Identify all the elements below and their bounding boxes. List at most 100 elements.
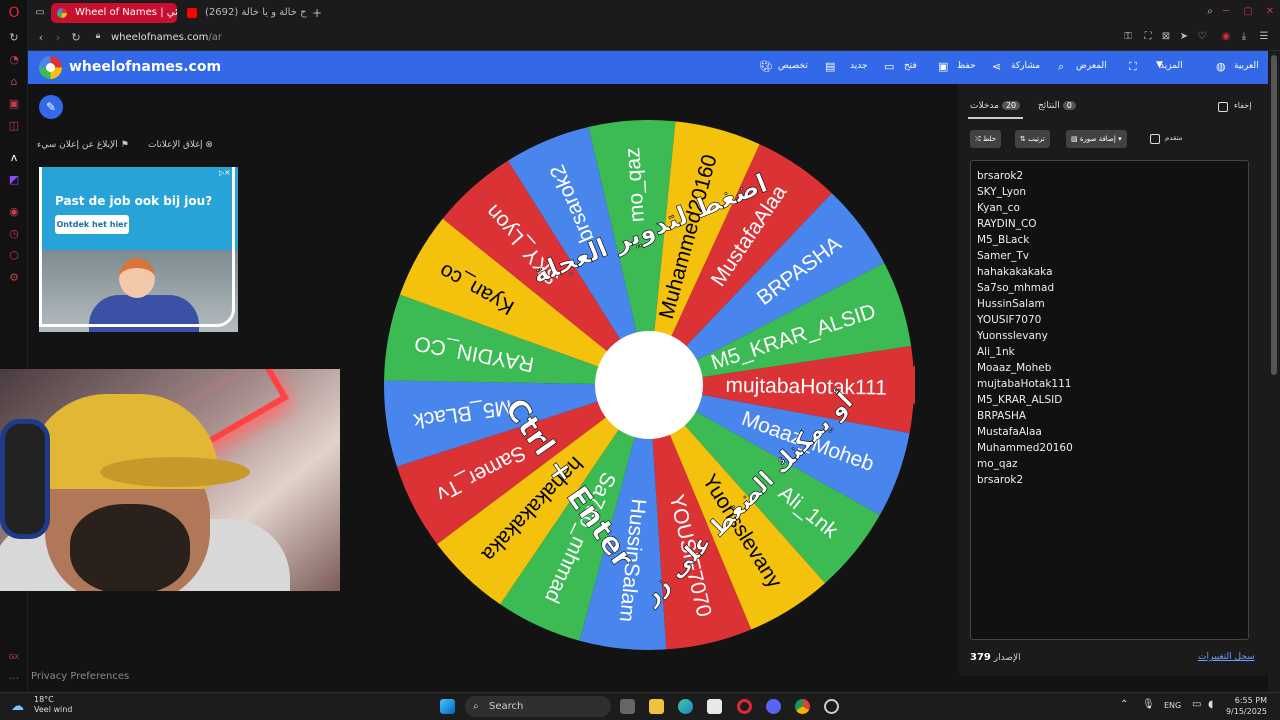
- entry-line[interactable]: hahakakakaka: [977, 264, 1242, 280]
- weather-icon[interactable]: ☁: [11, 699, 27, 714]
- close-ads-link[interactable]: إغلاق الإعلانات ⊗: [148, 140, 213, 150]
- clock-icon[interactable]: ◷: [7, 227, 21, 241]
- entry-line[interactable]: BRPASHA: [977, 408, 1242, 424]
- menu-save[interactable]: حفظ: [957, 61, 976, 71]
- send-icon[interactable]: ➤: [1178, 31, 1190, 43]
- entry-line[interactable]: Ali_1nk: [977, 344, 1242, 360]
- settings-icon[interactable]: ⚙: [7, 271, 21, 285]
- menu-customize[interactable]: تخصيص: [778, 61, 808, 71]
- entry-line[interactable]: MustafaAlaa: [977, 424, 1242, 440]
- menu-open[interactable]: فتح: [904, 61, 917, 71]
- page-scrollbar[interactable]: [1268, 51, 1280, 692]
- player-icon[interactable]: ▣: [7, 97, 21, 111]
- adblock-icon[interactable]: ⊠: [1160, 31, 1172, 43]
- weather-widget[interactable]: 18°C Veel wind: [34, 695, 72, 715]
- tab-wheel-of-names[interactable]: Wheel of Names | عشوائي: [51, 3, 177, 23]
- discord-taskbar-icon[interactable]: [766, 699, 781, 714]
- download-icon[interactable]: ⤓: [1238, 31, 1250, 43]
- ad-banner[interactable]: ▷✕ Past de job ook bij jou? Ontdek het h…: [39, 167, 238, 332]
- network-icon[interactable]: ▭: [1192, 699, 1201, 710]
- url-field[interactable]: wheelofnames.com/ar: [111, 32, 222, 43]
- opera-logo-icon[interactable]: O: [7, 6, 21, 20]
- scrollbar-thumb[interactable]: [1271, 55, 1277, 375]
- site-title[interactable]: wheelofnames.com: [69, 59, 221, 75]
- file-explorer-icon[interactable]: [649, 699, 664, 714]
- entry-line[interactable]: SKY_Lyon: [977, 184, 1242, 200]
- entry-line[interactable]: M5_BLack: [977, 232, 1242, 248]
- menu-more[interactable]: المزيد: [1160, 61, 1183, 71]
- forward-icon[interactable]: ›: [51, 31, 65, 44]
- taskbar-search[interactable]: ⌕ Search: [465, 696, 611, 717]
- store-icon[interactable]: [707, 699, 722, 714]
- screenshot-icon[interactable]: ⛶: [1142, 31, 1154, 43]
- entry-line[interactable]: Kyan_co: [977, 200, 1242, 216]
- entry-line[interactable]: brsarok2: [977, 168, 1242, 184]
- app-icon[interactable]: [824, 699, 839, 714]
- more-icon[interactable]: ···: [7, 672, 21, 686]
- tab-youtube[interactable]: (2692) ردح خالة و يا خالة -: [181, 3, 307, 23]
- wheel-center[interactable]: [595, 331, 703, 439]
- aria-icon[interactable]: ◔: [7, 53, 21, 67]
- entry-line[interactable]: Samer_Tv: [977, 248, 1242, 264]
- entry-line[interactable]: mujtabaHotak111: [977, 376, 1242, 392]
- close-icon[interactable]: ✕: [1264, 6, 1276, 18]
- advanced-checkbox[interactable]: [1150, 134, 1160, 144]
- menu-language[interactable]: العربية: [1234, 61, 1259, 71]
- entry-line[interactable]: Yuonsslevany: [977, 328, 1242, 344]
- task-view-icon[interactable]: [620, 699, 635, 714]
- add-image-button[interactable]: ▨ إضافة صورة ▾: [1066, 130, 1127, 148]
- changelog-link[interactable]: سجل التغييرات: [1198, 652, 1255, 662]
- minimize-icon[interactable]: ─: [1220, 6, 1232, 18]
- entry-line[interactable]: Muhammed20160: [977, 440, 1242, 456]
- profile-icon[interactable]: ◉: [1220, 31, 1232, 43]
- extensions-icon[interactable]: ⬡: [7, 249, 21, 263]
- vpn-icon[interactable]: ⚿: [1122, 31, 1134, 43]
- search-tabs-icon[interactable]: ⌕: [1204, 6, 1216, 18]
- tab-results[interactable]: النتائج 0: [1038, 101, 1079, 111]
- wheel-svg[interactable]: mujtabaHotak111Moaaz_MohebAli_1nkYuonssl…: [383, 119, 915, 651]
- bag-icon[interactable]: ⌂: [7, 75, 21, 89]
- history-icon[interactable]: ↻: [7, 31, 21, 45]
- fullscreen-icon[interactable]: ⛶: [1129, 60, 1137, 74]
- report-ad-link[interactable]: الإبلاغ عن إعلان سيء ⚑: [37, 140, 129, 150]
- entries-textarea[interactable]: brsarok2 SKY_Lyon Kyan_co RAYDIN_CO M5_BLack…: [970, 160, 1249, 640]
- twitch-icon[interactable]: ◩: [7, 173, 21, 187]
- menu-gallery[interactable]: المعرض: [1076, 61, 1107, 71]
- discord-icon[interactable]: ᴧ: [7, 151, 21, 165]
- privacy-preferences[interactable]: Privacy Preferences: [31, 671, 129, 682]
- new-tab-button[interactable]: +: [311, 6, 323, 20]
- ad-cta-button[interactable]: Ontdek het hier: [55, 215, 129, 234]
- news-icon[interactable]: ◫: [7, 119, 21, 133]
- wheel[interactable]: mujtabaHotak111 Moaaz_Moheb Ali_1nk Yuonssl…: [383, 119, 915, 651]
- ad-choices-icon[interactable]: ▷✕: [219, 169, 230, 177]
- entry-line[interactable]: M5_KRAR_ALSID: [977, 392, 1242, 408]
- maximize-icon[interactable]: ▢: [1242, 6, 1254, 18]
- entry-line[interactable]: RAYDIN_CO: [977, 216, 1242, 232]
- menu-new[interactable]: جديد: [850, 61, 868, 71]
- tray-chevron-icon[interactable]: ⌃: [1120, 699, 1128, 710]
- edge-icon[interactable]: [678, 699, 693, 714]
- language-indicator[interactable]: ENG: [1164, 701, 1181, 710]
- edit-pencil-icon[interactable]: ✎: [39, 95, 63, 119]
- entry-line[interactable]: mo_qaz: [977, 456, 1242, 472]
- entry-line[interactable]: HussinSalam: [977, 296, 1242, 312]
- opera-gx-icon[interactable]: [737, 699, 752, 714]
- gx-icon[interactable]: GX: [7, 650, 21, 664]
- reload-icon[interactable]: ↻: [69, 31, 83, 44]
- entry-line[interactable]: YOUSIF7070: [977, 312, 1242, 328]
- back-icon[interactable]: ‹: [34, 31, 48, 44]
- easy-setup-icon[interactable]: ☰: [1258, 31, 1270, 43]
- volume-icon[interactable]: ◖: [1208, 699, 1213, 710]
- windows-start-icon[interactable]: [440, 699, 455, 714]
- tab-entries[interactable]: مدخلات 20: [970, 101, 1023, 111]
- music-icon[interactable]: ◉: [7, 205, 21, 219]
- entry-line[interactable]: brsarok2: [977, 472, 1242, 488]
- entry-line[interactable]: Sa7so_mhmad: [977, 280, 1242, 296]
- hide-checkbox[interactable]: [1218, 102, 1228, 112]
- tab-menu-icon[interactable]: ▭: [34, 7, 46, 19]
- chrome-icon[interactable]: [795, 699, 810, 714]
- wheel-logo-icon[interactable]: [39, 56, 62, 79]
- entry-line[interactable]: Moaaz_Moheb: [977, 360, 1242, 376]
- shuffle-button[interactable]: ⤮ خلط: [970, 130, 1002, 148]
- system-clock[interactable]: 6:55 PM 9/15/2025: [1225, 695, 1267, 717]
